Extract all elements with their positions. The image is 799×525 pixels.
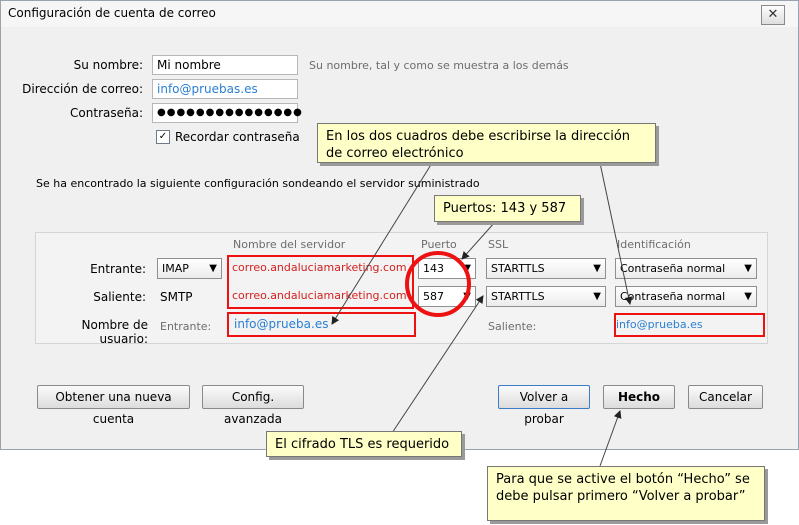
annotation-circle-ports	[405, 251, 471, 317]
callout-ports: Puertos: 143 y 587	[434, 195, 581, 222]
callout-done-hint: Para que se active el botón “Hecho” se d…	[487, 466, 765, 521]
callout-email-boxes: En los dos cuadros debe escribirse la di…	[317, 123, 656, 163]
callout-tls: El cifrado TLS es requerido	[266, 431, 462, 457]
